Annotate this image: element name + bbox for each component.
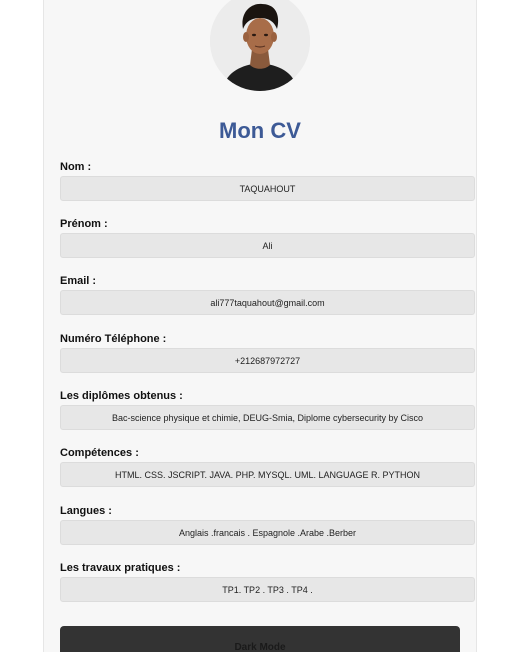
field-travaux-pratiques[interactable]: TP1. TP2 . TP3 . TP4 .: [60, 577, 475, 602]
page-title: Mon CV: [219, 118, 301, 143]
field-diplomes[interactable]: Bac-science physique et chimie, DEUG-Smi…: [60, 405, 475, 430]
label-telephone: Numéro Téléphone :: [60, 333, 167, 345]
field-competences[interactable]: HTML. CSS. JSCRIPT. JAVA. PHP. MYSQL. UM…: [60, 462, 475, 487]
label-nom: Nom :: [60, 161, 92, 173]
label-langues: Langues :: [60, 505, 112, 517]
field-langues[interactable]: Anglais .francais . Espagnole .Arabe .Be…: [60, 520, 475, 545]
field-email[interactable]: ali777taquahout@gmail.com: [60, 290, 475, 315]
page: Mon CV Nom : TAQUAHOUT Prénom : Ali Emai…: [0, 0, 505, 652]
field-telephone[interactable]: +212687972727: [60, 348, 475, 373]
label-travaux-pratiques: Les travaux pratiques :: [60, 562, 181, 574]
field-nom[interactable]: TAQUAHOUT: [60, 176, 475, 201]
cv-card: [43, 0, 477, 652]
label-diplomes: Les diplômes obtenus :: [60, 390, 183, 402]
label-competences: Compétences :: [60, 447, 139, 459]
dark-mode-button[interactable]: Dark Mode: [60, 626, 460, 652]
label-email: Email :: [60, 275, 97, 287]
field-prenom[interactable]: Ali: [60, 233, 475, 258]
label-prenom: Prénom :: [60, 218, 108, 230]
